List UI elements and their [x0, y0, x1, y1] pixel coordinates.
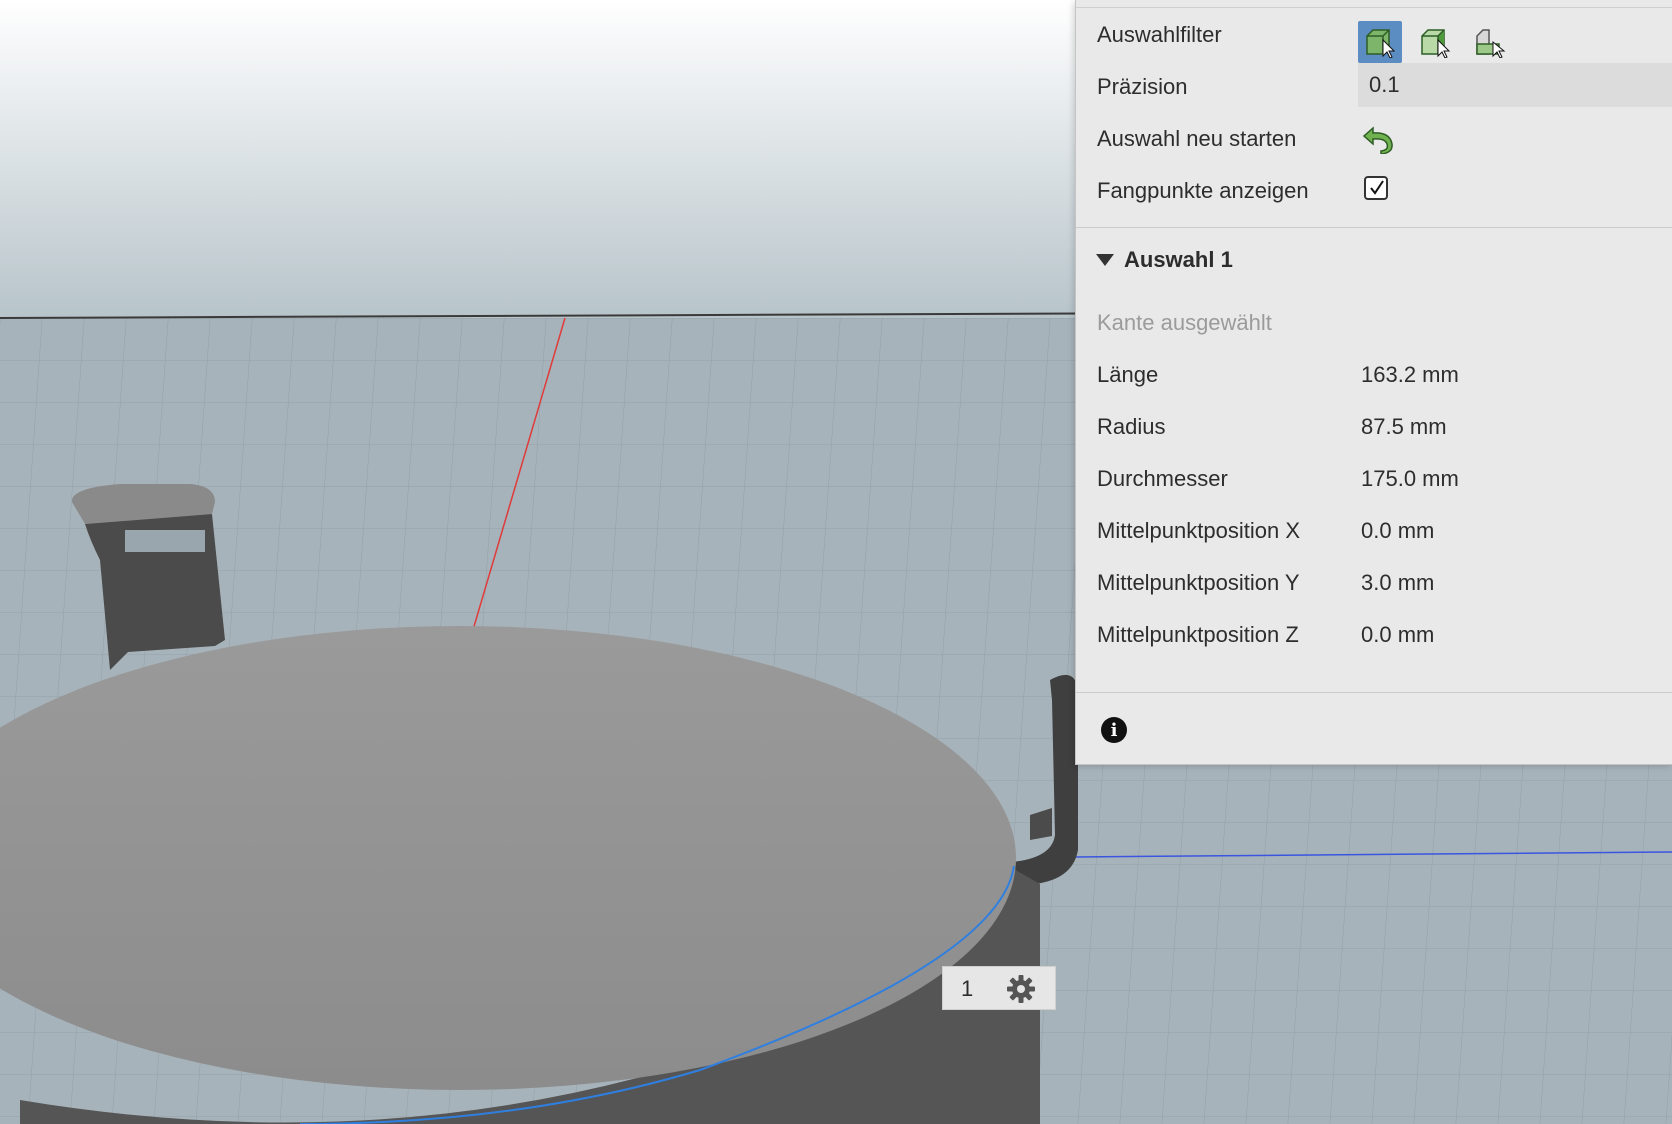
face-select-icon — [1421, 29, 1451, 58]
restart-selection-label: Auswahl neu starten — [1097, 126, 1297, 151]
property-value: 3.0 mm — [1361, 570, 1435, 595]
property-value: 0.0 mm — [1361, 518, 1435, 543]
inspect-panel: Auswahlfilter Präzision 0.1 Auswahl neu … — [1075, 0, 1672, 765]
checkmark-icon — [1370, 180, 1384, 195]
property-label: Radius — [1097, 414, 1166, 439]
property-value: 87.5 mm — [1361, 414, 1447, 439]
edge-select-button[interactable] — [1468, 21, 1512, 63]
collapse-triangle-icon[interactable] — [1096, 254, 1114, 266]
property-row-center-y: Mittelpunktposition Y 3.0 mm — [1076, 556, 1672, 608]
restart-arrow-icon[interactable] — [1361, 124, 1395, 154]
property-value: 0.0 mm — [1361, 622, 1435, 647]
selection-type-label: Kante ausgewählt — [1097, 310, 1272, 335]
selection-filter-row: Auswahlfilter — [1076, 8, 1672, 63]
gear-icon[interactable] — [1005, 973, 1037, 1005]
property-row-radius: Radius 87.5 mm — [1076, 400, 1672, 452]
property-row-center-z: Mittelpunktposition Z 0.0 mm — [1076, 608, 1672, 660]
selection-count: 1 — [961, 976, 974, 1001]
precision-input[interactable] — [1358, 63, 1672, 107]
restart-selection-row: Auswahl neu starten — [1076, 112, 1672, 164]
property-value: 163.2 mm — [1361, 362, 1459, 387]
body-select-button[interactable] — [1358, 21, 1402, 63]
property-row-length: Länge 163.2 mm — [1076, 348, 1672, 400]
panel-top-edge — [1076, 0, 1672, 8]
snap-points-checkbox[interactable] — [1364, 176, 1388, 200]
selection-filter-label: Auswahlfilter — [1097, 22, 1222, 47]
property-label: Durchmesser — [1097, 466, 1228, 491]
selection-group-title: Auswahl 1 — [1124, 247, 1233, 272]
property-label: Mittelpunktposition X — [1097, 518, 1300, 543]
property-label: Mittelpunktposition Y — [1097, 570, 1300, 595]
info-icon[interactable]: i — [1101, 717, 1127, 743]
precision-label: Präzision — [1097, 74, 1188, 99]
selection-group-header[interactable]: Auswahl 1 — [1096, 247, 1233, 273]
property-label: Länge — [1097, 362, 1159, 387]
snap-points-label: Fangpunkte anzeigen — [1097, 178, 1309, 203]
selection-type-row: Kante ausgewählt — [1076, 296, 1672, 348]
footer-divider — [1076, 692, 1672, 693]
property-label: Mittelpunktposition Z — [1097, 622, 1299, 647]
selection-counter[interactable]: 1 — [942, 966, 1056, 1010]
property-row-center-x: Mittelpunktposition X 0.0 mm — [1076, 504, 1672, 556]
body-select-icon — [1366, 29, 1396, 58]
edge-select-icon — [1476, 29, 1506, 58]
section-divider — [1076, 227, 1672, 228]
face-select-button[interactable] — [1413, 21, 1457, 63]
property-value: 175.0 mm — [1361, 466, 1459, 491]
property-row-diameter: Durchmesser 175.0 mm — [1076, 452, 1672, 504]
